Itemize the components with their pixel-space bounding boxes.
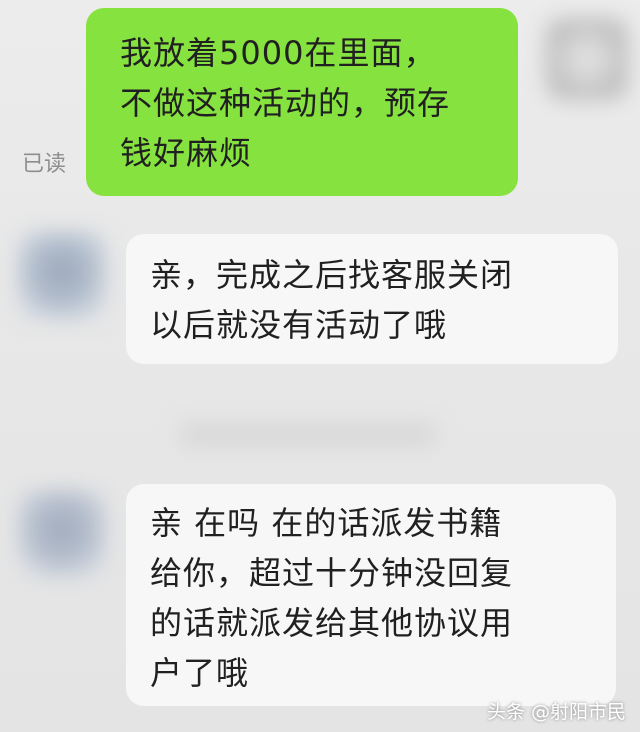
- blurred-timestamp: [178, 423, 438, 447]
- contact-avatar[interactable]: [18, 490, 106, 578]
- sent-message-bubble[interactable]: 我放着5000在里面， 不做这种活动的，预存 钱好麻烦: [86, 8, 518, 196]
- watermark-text: 头条 @射阳市民: [486, 701, 626, 723]
- contact-avatar[interactable]: [18, 232, 106, 320]
- read-status-label: 已读: [22, 152, 67, 177]
- chat-screen: 我放着5000在里面， 不做这种活动的，预存 钱好麻烦 已读 亲，完成之后找客服…: [0, 0, 640, 732]
- self-avatar[interactable]: [546, 18, 628, 100]
- received-message-bubble[interactable]: 亲 在吗 在的话派发书籍 给你，超过十分钟没回复 的话就派发给其他协议用 户了哦: [126, 484, 616, 706]
- received-message-bubble[interactable]: 亲，完成之后找客服关闭 以后就没有活动了哦: [126, 234, 618, 364]
